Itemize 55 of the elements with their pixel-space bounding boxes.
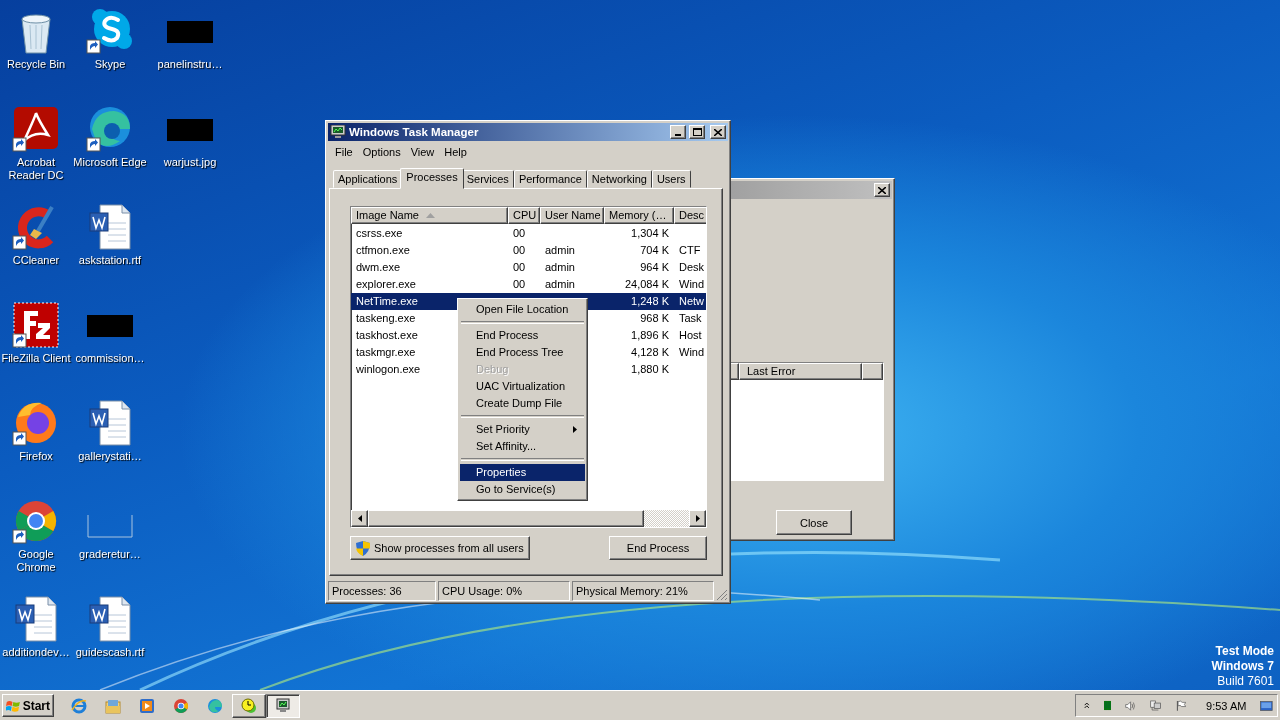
table-cell: 964 K [640, 261, 669, 273]
icon-label: gallerystati… [78, 450, 142, 463]
table-cell: taskmgr.exe [356, 346, 416, 358]
icon-label: graderetur… [79, 548, 141, 561]
table-cell: csrss.exe [356, 227, 403, 239]
table-cell: explorer.exe [356, 278, 416, 290]
table-cell: 1,248 K [631, 295, 669, 307]
window-title: Windows Task Manager [349, 126, 480, 138]
table-cell: 00 [513, 261, 526, 273]
table-cell: taskeng.exe [356, 312, 416, 324]
icon-label: Google Chrome [15, 548, 57, 574]
table-cell: Desk [679, 261, 705, 273]
table-cell: 00 [513, 227, 526, 239]
system-notice-text: Build 7601 [1217, 674, 1274, 689]
table-cell: admin [545, 261, 575, 273]
table-cell: Wind [679, 346, 705, 358]
table-cell: 704 K [640, 244, 669, 256]
icon-label: Acrobat Reader DC [7, 156, 65, 182]
icon-label: askstation.rtf [78, 254, 142, 267]
table-cell: dwm.exe [356, 261, 401, 273]
system-notice-text: Windows 7 [1211, 659, 1274, 674]
table-cell: taskhost.exe [356, 329, 418, 341]
icon-label: Recycle Bin [6, 58, 66, 71]
icon-label: Microsoft Edge [73, 156, 147, 169]
icon-label: Skype [94, 58, 126, 71]
table-cell: admin [545, 278, 575, 290]
table-cell: Host [679, 329, 702, 341]
table-cell: 4,128 K [631, 346, 669, 358]
table-cell: 1,304 K [631, 227, 669, 239]
status-bar-text: Processes: 36 [328, 581, 436, 601]
table-cell: admin [545, 244, 575, 256]
status-bar-text: Physical Memory: 21% [572, 581, 714, 601]
table-cell: 24,084 K [624, 278, 669, 290]
system-notice-text: Test Mode [1215, 644, 1274, 659]
icon-label: FileZilla Client [1, 352, 71, 365]
status-bar-text: CPU Usage: 0% [438, 581, 570, 601]
table-cell: winlogon.exe [356, 363, 421, 375]
table-cell: Task [679, 312, 702, 324]
table-cell: Wind [679, 278, 705, 290]
table-cell: 1,896 K [631, 329, 669, 341]
table-cell: 00 [513, 244, 526, 256]
icon-label: guidescash.rtf [75, 646, 145, 659]
table-cell: CTF [679, 244, 701, 256]
icon-label: Firefox [19, 450, 53, 463]
icon-label: commission… [75, 352, 145, 365]
icon-label: additiondev… [2, 646, 70, 659]
table-cell: 968 K [640, 312, 669, 324]
icon-label: panelinstru… [157, 58, 223, 71]
icon-label: warjust.jpg [163, 156, 217, 169]
table-cell: NetTime.exe [356, 295, 418, 307]
table-cell: 00 [513, 278, 526, 290]
table-cell: 1,880 K [631, 363, 669, 375]
table-cell: Netw [679, 295, 705, 307]
table-cell: ctfmon.exe [356, 244, 410, 256]
icon-label: CCleaner [12, 254, 60, 267]
